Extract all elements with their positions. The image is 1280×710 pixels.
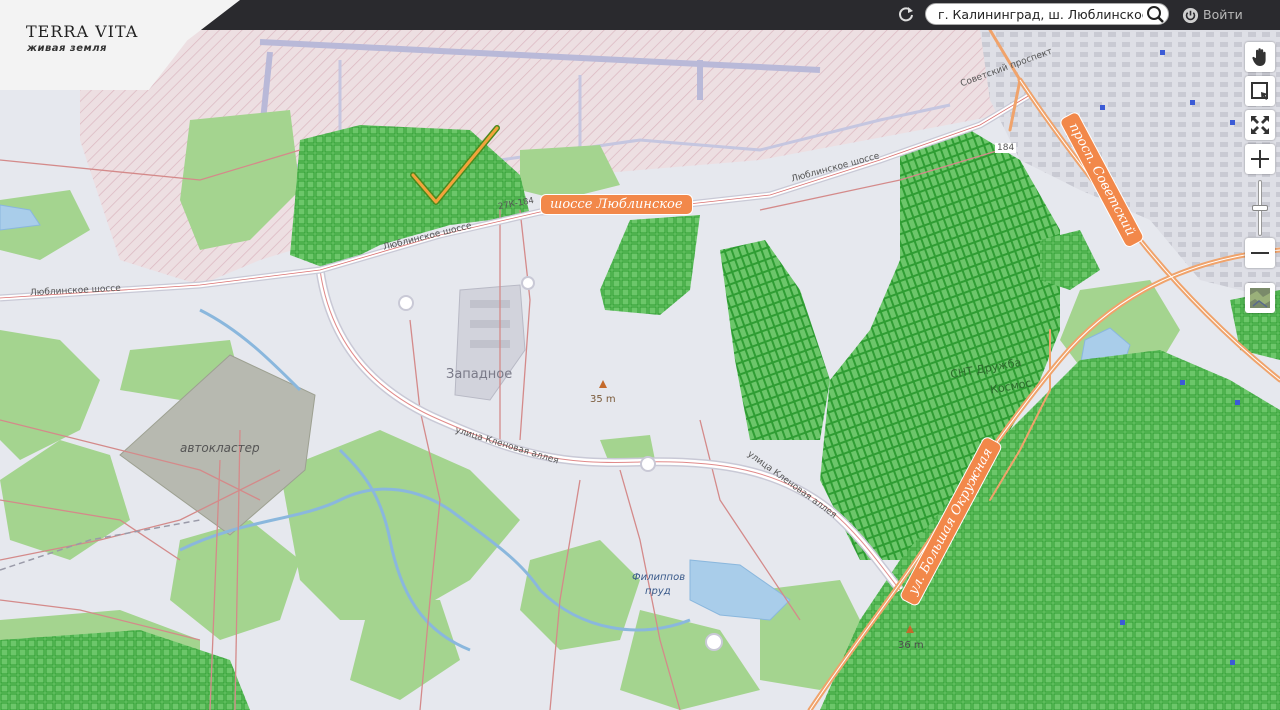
pond-label: пруд (645, 586, 671, 597)
fullscreen-icon (1251, 116, 1269, 134)
height-label: 35 m (590, 394, 616, 405)
refresh-icon (899, 7, 913, 22)
zoom-out-button[interactable] (1245, 238, 1275, 268)
select-area-button[interactable] (1245, 76, 1275, 106)
road-code-label: 184 (995, 143, 1017, 153)
zoom-slider-thumb[interactable] (1252, 205, 1268, 211)
layers-icon (1250, 288, 1270, 308)
layers-button[interactable] (1245, 283, 1275, 313)
avtoklaster-label: автокластер (180, 441, 260, 455)
settlement-label: Западное (446, 367, 513, 382)
map-canvas[interactable] (0, 0, 1280, 710)
street-tag-lyublinskoe: шоссе Люблинское (541, 195, 692, 214)
select-area-icon (1251, 82, 1268, 100)
refresh-button[interactable] (896, 5, 916, 25)
search-icon[interactable] (1146, 5, 1164, 23)
zoom-in-icon (1251, 150, 1269, 168)
brand-title: TERRA VITA (26, 22, 139, 41)
search-input[interactable] (938, 6, 1143, 22)
login-label: Войти (1203, 7, 1243, 22)
brand-subtitle: живая земля (27, 43, 107, 54)
height-label: 36 m (898, 640, 924, 651)
fullscreen-button[interactable] (1245, 110, 1275, 140)
zoom-out-icon (1251, 252, 1269, 254)
hand-tool-button[interactable] (1245, 42, 1275, 72)
pond-label: Филиппов (632, 572, 686, 583)
search-box (925, 3, 1169, 25)
zoom-in-button[interactable] (1245, 144, 1275, 174)
hand-icon (1252, 48, 1266, 66)
login-button[interactable]: Войти (1182, 6, 1243, 24)
power-icon (1182, 7, 1199, 24)
